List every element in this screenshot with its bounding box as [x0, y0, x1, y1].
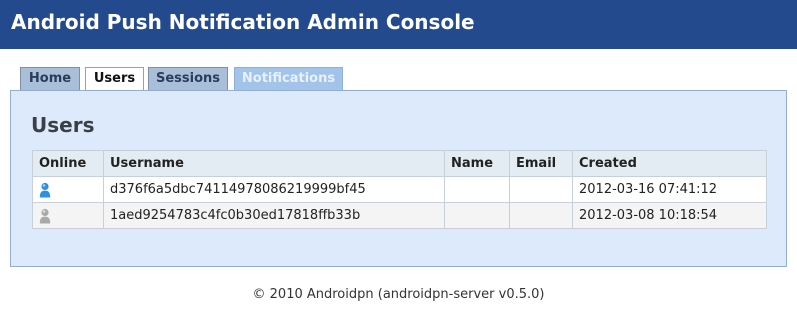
- column-header-online[interactable]: Online: [32, 150, 104, 177]
- created-cell: 2012-03-08 10:18:54: [572, 202, 767, 229]
- user-online-icon: [39, 182, 51, 197]
- table-header-row: Online Username Name Email Created: [32, 150, 767, 177]
- email-cell: [509, 202, 573, 229]
- user-offline-icon: [39, 208, 51, 223]
- online-status-cell: [32, 202, 104, 229]
- table-row: d376f6a5dbc74114978086219999bf45 2012-03…: [32, 176, 767, 203]
- tab-users[interactable]: Users: [85, 67, 144, 92]
- username-cell[interactable]: d376f6a5dbc74114978086219999bf45: [103, 176, 445, 203]
- content-panel: Users Online Username Name Email Created: [10, 90, 787, 267]
- created-cell: 2012-03-16 07:41:12: [572, 176, 767, 203]
- app-header: Android Push Notification Admin Console: [0, 0, 797, 49]
- table-row: 1aed9254783c4fc0b30ed17818ffb33b 2012-03…: [32, 202, 767, 229]
- column-header-username[interactable]: Username: [103, 150, 445, 177]
- users-table: Online Username Name Email Created d376f…: [32, 150, 767, 229]
- name-cell: [444, 202, 510, 229]
- column-header-name[interactable]: Name: [444, 150, 510, 177]
- app-title: Android Push Notification Admin Console: [11, 10, 475, 34]
- username-cell[interactable]: 1aed9254783c4fc0b30ed17818ffb33b: [103, 202, 445, 229]
- name-cell: [444, 176, 510, 203]
- tab-notifications[interactable]: Notifications: [234, 67, 343, 91]
- online-status-cell: [32, 176, 104, 203]
- column-header-email[interactable]: Email: [509, 150, 573, 177]
- footer-copyright: © 2010 Androidpn (androidpn-server v0.5.…: [252, 287, 545, 302]
- column-header-created[interactable]: Created: [572, 150, 767, 177]
- email-cell: [509, 176, 573, 203]
- tab-sessions[interactable]: Sessions: [148, 67, 228, 91]
- tab-home[interactable]: Home: [20, 67, 80, 91]
- page-title: Users: [31, 113, 95, 137]
